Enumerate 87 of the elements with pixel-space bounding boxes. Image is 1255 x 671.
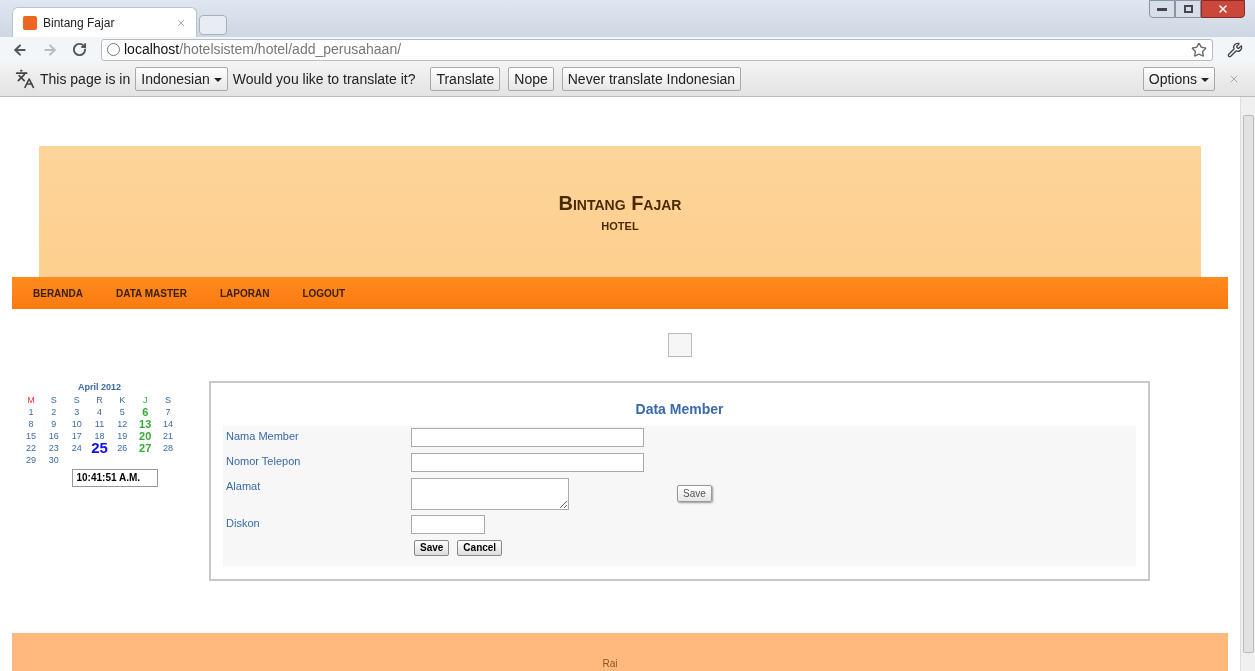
app-logo-icon — [23, 15, 37, 30]
calendar-day: 29 — [19, 454, 43, 467]
calendar-day: 7 — [156, 406, 180, 419]
browser-tab[interactable]: Bintang Fajar — [12, 7, 197, 37]
x-icon — [1217, 3, 1229, 15]
nav-link[interactable]: BERANDA — [33, 285, 83, 301]
calendar-day: 18 — [88, 430, 111, 443]
translate-bar-button[interactable]: Translate — [430, 67, 501, 91]
translate-bar-button[interactable]: Never translate Indonesian — [561, 67, 742, 91]
calendar-day: 9 — [42, 418, 66, 431]
minimize-icon[interactable] — [1149, 0, 1175, 18]
weekday-label: K — [118, 394, 127, 407]
wrench-icon[interactable] — [1227, 41, 1243, 58]
url-host: localhost — [124, 40, 180, 59]
calendar-day: 28 — [156, 442, 180, 455]
options-button[interactable]: Options — [1142, 67, 1215, 91]
url-path: /hotelsistem/hotel/add_perusahaan/ — [179, 40, 402, 59]
clock-field: 10:41:51 A.M. — [71, 469, 158, 488]
close-window-icon[interactable] — [1201, 0, 1245, 18]
calendar-day: 14 — [156, 418, 180, 431]
weekday-label: S — [49, 394, 58, 407]
field-label: Diskon — [225, 515, 261, 531]
calendar-day: 8 — [19, 418, 43, 431]
back-icon[interactable] — [12, 41, 28, 58]
calendar-day: 25 — [88, 442, 111, 455]
star-icon[interactable] — [1191, 41, 1207, 58]
translate-message: This page is in — [40, 69, 131, 89]
scrollbar[interactable] — [1240, 97, 1255, 671]
field-label: Alamat — [225, 478, 262, 494]
calendar-day: 13 — [133, 418, 157, 431]
hotel-name: Bintang Fajar — [558, 191, 682, 217]
weekday-label: M — [26, 394, 36, 407]
calendar-day: 15 — [19, 430, 43, 443]
calendar-day: 11 — [88, 418, 111, 431]
calendar-day: 30 — [42, 454, 66, 467]
calendar-day: 26 — [110, 442, 134, 455]
calendar-day: 22 — [19, 442, 43, 455]
save-button[interactable]: Save — [677, 485, 712, 503]
calendar-day: 24 — [65, 442, 89, 455]
input-field[interactable] — [411, 452, 644, 472]
close-tab-icon[interactable] — [176, 17, 186, 28]
calendar-day: 6 — [133, 406, 157, 419]
close-bar-icon[interactable] — [1228, 73, 1240, 85]
caret-icon — [213, 77, 222, 82]
calendar-day: 20 — [133, 430, 157, 443]
weekday-label: R — [95, 394, 104, 407]
form-button[interactable]: Cancel — [457, 539, 503, 556]
calendar-month: April 2012 — [78, 380, 121, 394]
field-label: Nomor Telepon — [225, 453, 302, 469]
translate-question: Would you like to translate it? — [232, 69, 416, 89]
address-field[interactable] — [411, 477, 569, 510]
input-field[interactable] — [411, 427, 644, 447]
address-bar[interactable]: localhost/hotelsistem/hotel/add_perusahaan/ — [101, 38, 1213, 61]
calendar-day: 17 — [65, 430, 89, 443]
reload-icon[interactable] — [72, 42, 87, 57]
forward-icon[interactable] — [42, 41, 58, 58]
nav-link[interactable]: DATA MASTER — [116, 285, 187, 301]
calendar-day: 2 — [42, 406, 66, 419]
language-dropdown[interactable]: Indonesian — [135, 67, 228, 91]
nav-link[interactable]: LAPORAN — [219, 285, 270, 301]
calendar-day: 12 — [110, 418, 134, 431]
translate-bar-button[interactable]: Nope — [508, 67, 554, 91]
calendar-day: 1 — [19, 406, 43, 419]
calendar-day: 10 — [65, 418, 89, 431]
translate-icon — [15, 69, 35, 89]
calendar-day: 5 — [110, 406, 134, 419]
calendar-day: 19 — [110, 430, 134, 443]
hotel-subtitle: HOTEL — [601, 219, 639, 235]
new-tab-button[interactable] — [199, 15, 227, 35]
caret-icon — [1201, 77, 1209, 82]
input-field[interactable] — [411, 514, 485, 534]
calendar-day: 23 — [42, 442, 66, 455]
restore-icon[interactable] — [1175, 0, 1201, 18]
footer-text: Rai — [602, 657, 618, 671]
calendar-day: 16 — [42, 430, 66, 443]
calendar-day: 21 — [156, 430, 180, 443]
weekday-label: S — [164, 394, 173, 407]
weekday-label: S — [72, 394, 81, 407]
field-label: Nama Member — [225, 428, 300, 444]
form-button[interactable]: Save — [414, 539, 450, 556]
calendar-day: 4 — [88, 406, 111, 419]
calendar-day: 27 — [133, 442, 157, 455]
nav-link[interactable]: LOGOUT — [302, 285, 346, 301]
calendar-day: 3 — [65, 406, 89, 419]
form-title: Data Member — [635, 399, 724, 419]
tab-title: Bintang Fajar — [43, 14, 116, 32]
weekday-label: J — [141, 394, 149, 407]
